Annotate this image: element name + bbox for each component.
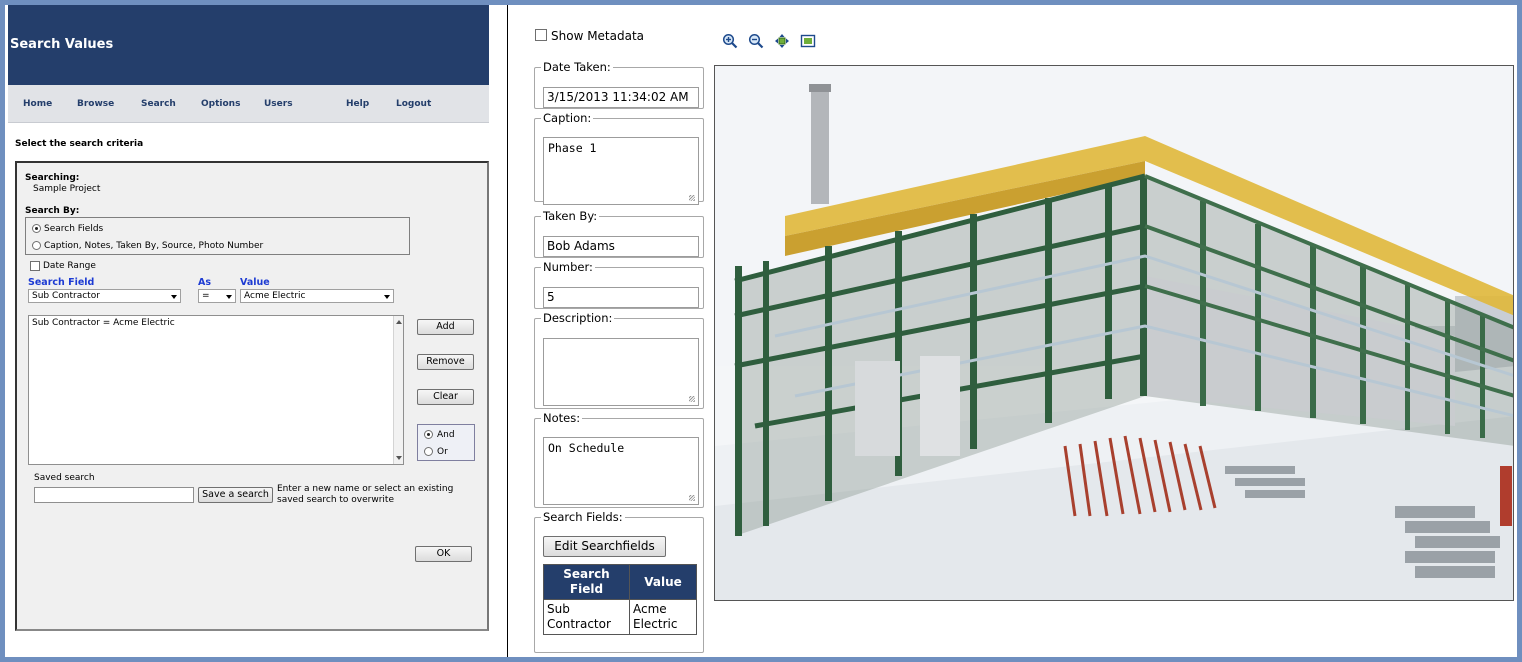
resize-grip-icon[interactable] bbox=[689, 396, 695, 402]
project-name: Sample Project bbox=[33, 184, 101, 194]
nav-logout[interactable]: Logout bbox=[396, 99, 431, 109]
nav-browse[interactable]: Browse bbox=[77, 99, 114, 109]
chevron-down-icon bbox=[171, 295, 177, 299]
photo-details-panel: Show Metadata Date Taken: 3/15/2013 11:3… bbox=[508, 5, 1517, 657]
notes-label: Notes: bbox=[543, 411, 581, 425]
date-taken-input[interactable]: 3/15/2013 11:34:02 AM bbox=[543, 87, 699, 108]
nav-bar: Home Browse Search Options Users Help Lo… bbox=[8, 85, 489, 123]
search-fields-table: Search Field Value Sub Contractor Acme E… bbox=[543, 564, 697, 635]
scroll-down-icon[interactable] bbox=[396, 456, 402, 460]
table-header-value: Value bbox=[629, 564, 697, 600]
taken-by-group: Taken By: Bob Adams bbox=[534, 209, 704, 258]
caption-textarea[interactable]: Phase 1 bbox=[543, 137, 699, 205]
show-metadata-label: Show Metadata bbox=[551, 29, 645, 43]
search-values-panel: Search Values Home Browse Search Options… bbox=[5, 5, 507, 657]
description-textarea[interactable] bbox=[543, 338, 699, 406]
scroll-up-icon[interactable] bbox=[396, 320, 402, 324]
zoom-in-icon[interactable] bbox=[722, 33, 738, 49]
search-field-selected: Sub Contractor bbox=[32, 291, 100, 301]
col-value: Value bbox=[240, 277, 270, 288]
table-cell: Sub Contractor bbox=[543, 599, 630, 635]
clear-button[interactable]: Clear bbox=[417, 389, 474, 405]
edit-searchfields-button[interactable]: Edit Searchfields bbox=[543, 536, 666, 557]
radio-label-or: Or bbox=[437, 447, 448, 457]
saved-search-input[interactable] bbox=[34, 487, 194, 503]
search-fields-group: Search Fields: Edit Searchfields Search … bbox=[534, 510, 704, 653]
notes-text: On Schedule bbox=[548, 441, 625, 455]
radio-search-fields[interactable] bbox=[32, 224, 41, 233]
nav-search[interactable]: Search bbox=[141, 99, 176, 109]
panel-title: Search Values bbox=[10, 37, 114, 52]
scrollbar[interactable] bbox=[393, 316, 403, 464]
nav-home[interactable]: Home bbox=[23, 99, 52, 109]
radio-label-search-fields: Search Fields bbox=[44, 224, 104, 234]
table-header-row: Search Field Value bbox=[543, 564, 697, 600]
taken-by-label: Taken By: bbox=[543, 209, 598, 223]
date-range-label: Date Range bbox=[43, 261, 96, 271]
page-subtitle: Select the search criteria bbox=[15, 139, 144, 149]
save-search-button[interactable]: Save a search bbox=[198, 487, 273, 503]
date-taken-group: Date Taken: 3/15/2013 11:34:02 AM bbox=[534, 60, 704, 109]
number-label: Number: bbox=[543, 260, 593, 274]
zoom-out-icon[interactable] bbox=[748, 33, 764, 49]
construction-site-photo bbox=[715, 66, 1513, 600]
show-metadata-checkbox[interactable] bbox=[535, 29, 547, 41]
as-select[interactable]: = bbox=[198, 289, 236, 303]
search-by-group: Search Fields Caption, Notes, Taken By, … bbox=[25, 217, 410, 255]
description-group: Description: bbox=[534, 311, 704, 409]
radio-or[interactable] bbox=[424, 447, 433, 456]
radio-label-caption-notes: Caption, Notes, Taken By, Source, Photo … bbox=[44, 241, 264, 251]
col-as: As bbox=[198, 277, 212, 288]
as-selected: = bbox=[202, 291, 210, 301]
search-fields-label: Search Fields: bbox=[543, 510, 623, 524]
resize-grip-icon[interactable] bbox=[689, 495, 695, 501]
pan-icon[interactable] bbox=[774, 33, 790, 49]
remove-button[interactable]: Remove bbox=[417, 354, 474, 370]
search-by-label: Search By: bbox=[25, 206, 80, 216]
table-row: Sub Contractor Acme Electric bbox=[543, 599, 697, 635]
chevron-down-icon bbox=[384, 295, 390, 299]
number-input[interactable]: 5 bbox=[543, 287, 699, 308]
value-select[interactable]: Acme Electric bbox=[240, 289, 394, 303]
caption-text: Phase 1 bbox=[548, 141, 597, 155]
saved-search-label: Saved search bbox=[34, 473, 95, 483]
search-field-select[interactable]: Sub Contractor bbox=[28, 289, 181, 303]
description-label: Description: bbox=[543, 311, 613, 325]
caption-group: Caption: Phase 1 bbox=[534, 111, 704, 205]
table-header-search-field: Search Field bbox=[543, 564, 630, 600]
chevron-down-icon bbox=[226, 295, 232, 299]
criteria-panel: Searching: Sample Project Search By: Sea… bbox=[15, 161, 489, 631]
searching-label: Searching: bbox=[25, 173, 80, 183]
radio-and[interactable] bbox=[424, 430, 433, 439]
ok-button[interactable]: OK bbox=[415, 546, 472, 562]
radio-caption-notes[interactable] bbox=[32, 241, 41, 250]
list-item[interactable]: Sub Contractor = Acme Electric bbox=[32, 318, 400, 328]
radio-label-and: And bbox=[437, 430, 455, 440]
notes-textarea[interactable]: On Schedule bbox=[543, 437, 699, 505]
nav-users[interactable]: Users bbox=[264, 99, 293, 109]
panel-header: Search Values bbox=[8, 5, 489, 85]
nav-help[interactable]: Help bbox=[346, 99, 369, 109]
date-range-checkbox[interactable] bbox=[30, 261, 40, 271]
nav-options[interactable]: Options bbox=[201, 99, 240, 109]
resize-grip-icon[interactable] bbox=[689, 195, 695, 201]
number-group: Number: 5 bbox=[534, 260, 704, 309]
date-taken-label: Date Taken: bbox=[543, 60, 611, 74]
col-search-field: Search Field bbox=[28, 277, 95, 288]
taken-by-input[interactable]: Bob Adams bbox=[543, 236, 699, 257]
fit-to-window-icon[interactable] bbox=[800, 33, 816, 49]
saved-search-hint: Enter a new name or select an existing s… bbox=[277, 484, 454, 505]
add-button[interactable]: Add bbox=[417, 319, 474, 335]
table-cell: Acme Electric bbox=[629, 599, 697, 635]
caption-label: Caption: bbox=[543, 111, 592, 125]
logic-group: And Or bbox=[417, 424, 475, 461]
value-selected: Acme Electric bbox=[244, 291, 306, 301]
criteria-list[interactable]: Sub Contractor = Acme Electric bbox=[28, 315, 404, 465]
notes-group: Notes: On Schedule bbox=[534, 411, 704, 508]
photo-viewer[interactable] bbox=[714, 65, 1514, 601]
